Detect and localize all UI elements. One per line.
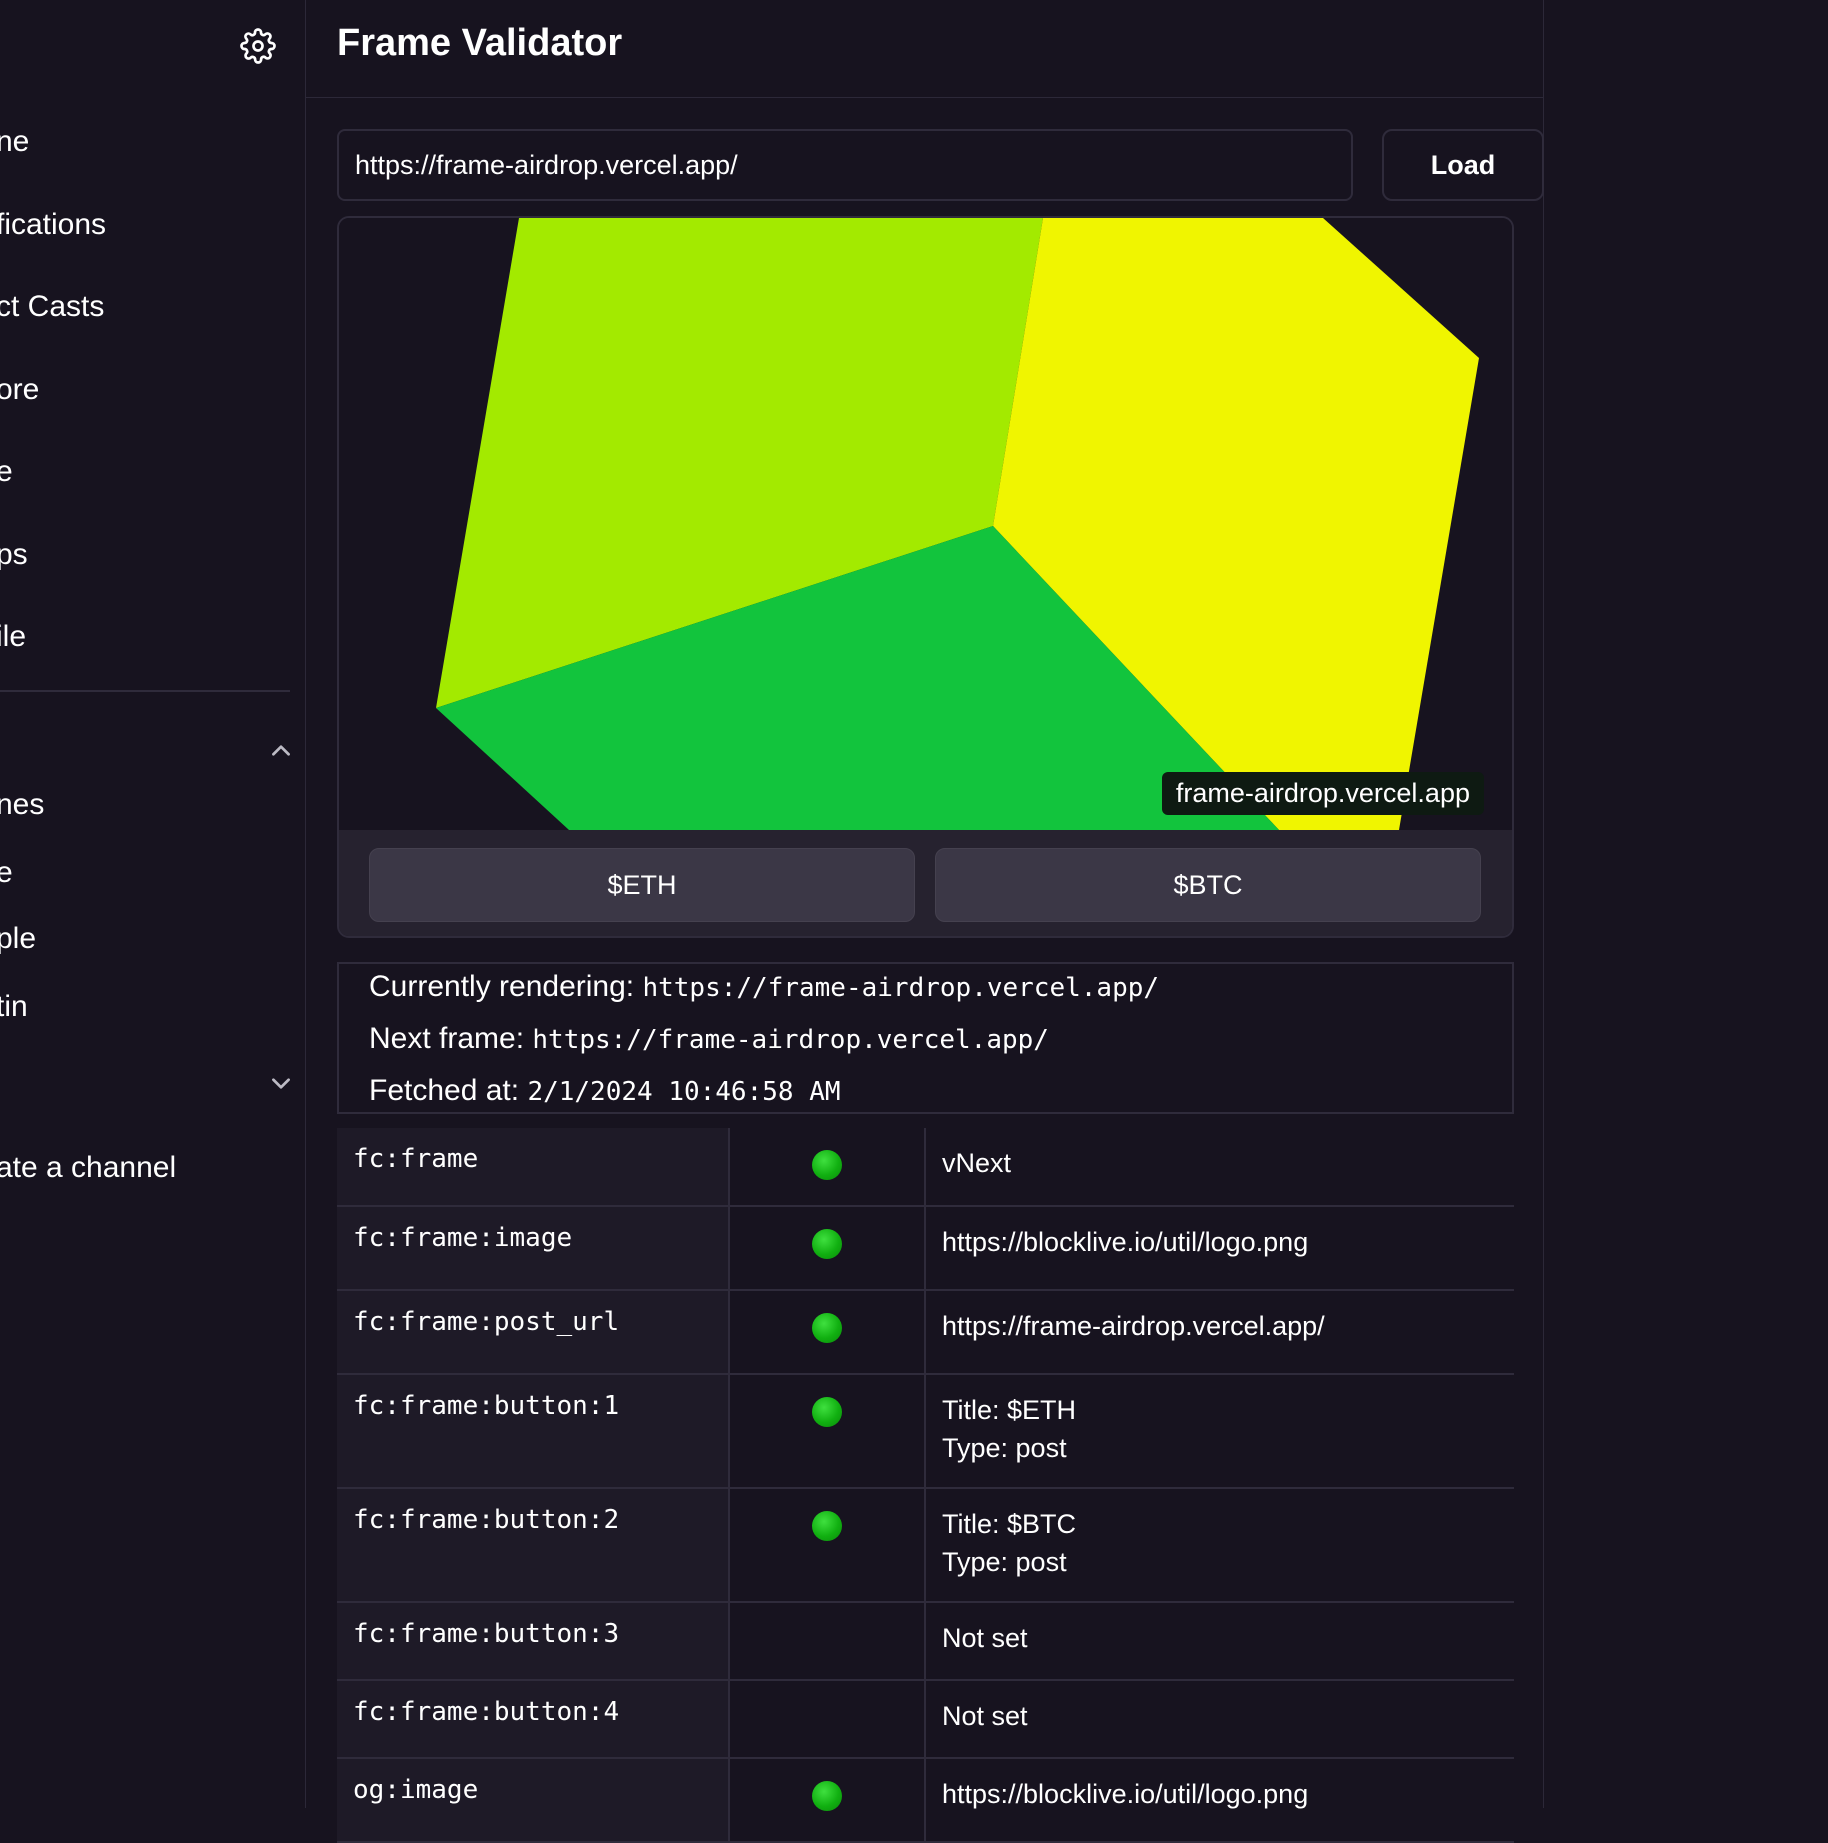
meta-value: https://frame-airdrop.vercel.app/: [925, 1290, 1514, 1375]
meta-status: [729, 1290, 926, 1375]
sidebar: ne fications ct Casts ore e ps ile nes e…: [0, 0, 306, 1808]
sidebar-item-label: e: [0, 452, 13, 492]
sidebar-item-label: ct Casts: [0, 290, 105, 323]
meta-key: fc:frame:button:1: [337, 1374, 730, 1489]
meta-status: [729, 1128, 926, 1207]
button-title: Title: $BTC: [942, 1509, 1077, 1539]
meta-tags-table: fc:frame vNext fc:frame:image https://bl…: [337, 1128, 1514, 1843]
button-title: Title: $ETH: [942, 1395, 1077, 1425]
table-row: fc:frame:button:4 Not set: [337, 1680, 1514, 1759]
frame-button-eth[interactable]: $ETH: [369, 848, 915, 922]
sidebar-item-label: ne: [0, 125, 30, 158]
sidebar-item-label: e: [0, 853, 13, 893]
status-ok-icon: [812, 1229, 842, 1259]
sidebar-item-label: tin: [0, 990, 28, 1023]
meta-key: fc:frame:button:4: [337, 1680, 730, 1759]
meta-key: fc:frame:post_url: [337, 1290, 730, 1375]
meta-key: fc:frame: [337, 1128, 730, 1207]
table-row: fc:frame:button:2 Title: $BTC Type: post: [337, 1488, 1514, 1603]
sidebar-item-label: ore: [0, 373, 40, 406]
frame-info-box: Currently rendering: https://frame-airdr…: [337, 962, 1514, 1114]
chevron-up-icon[interactable]: [268, 738, 294, 764]
page-title: Frame Validator: [337, 22, 623, 64]
frame-button-bar: $ETH $BTC: [339, 830, 1512, 936]
meta-key: fc:frame:image: [337, 1206, 730, 1291]
meta-status: [729, 1374, 926, 1489]
meta-value: Not set: [925, 1680, 1514, 1759]
fetched-at-value: 2/1/2024 10:46:58 AM: [527, 1077, 841, 1107]
table-row: fc:frame:post_url https://frame-airdrop.…: [337, 1290, 1514, 1375]
currently-rendering-value: https://frame-airdrop.vercel.app/: [642, 973, 1160, 1003]
meta-key: fc:frame:button:2: [337, 1488, 730, 1603]
meta-value: Title: $ETH Type: post: [925, 1374, 1514, 1489]
chevron-down-icon[interactable]: [268, 1070, 294, 1096]
currently-rendering-line: Currently rendering: https://frame-airdr…: [369, 970, 1159, 1004]
frame-url-input[interactable]: [337, 129, 1353, 201]
sidebar-item-label: fications: [0, 208, 107, 241]
status-ok-icon: [812, 1781, 842, 1811]
meta-value: Not set: [925, 1602, 1514, 1681]
table-row: fc:frame vNext: [337, 1128, 1514, 1207]
meta-key: og:image: [337, 1758, 730, 1843]
frame-image-graphic: [436, 218, 1479, 830]
status-ok-icon: [812, 1397, 842, 1427]
table-row: og:image https://blocklive.io/util/logo.…: [337, 1758, 1514, 1843]
next-frame-line: Next frame: https://frame-airdrop.vercel…: [369, 1022, 1049, 1056]
sidebar-item-label: ps: [0, 538, 28, 571]
sidebar-divider: [0, 690, 290, 692]
meta-key: fc:frame:button:3: [337, 1602, 730, 1681]
frame-domain-badge: frame-airdrop.vercel.app: [1161, 772, 1484, 815]
status-ok-icon: [812, 1511, 842, 1541]
main-panel: Frame Validator Load frame-airdrop.verce…: [306, 0, 1544, 1843]
meta-value: https://blocklive.io/util/logo.png: [925, 1206, 1514, 1291]
meta-status: [729, 1680, 926, 1759]
table-row: fc:frame:button:3 Not set: [337, 1602, 1514, 1681]
frame-image: frame-airdrop.vercel.app: [339, 218, 1512, 830]
meta-value: Title: $BTC Type: post: [925, 1488, 1514, 1603]
create-channel-label: ate a channel: [0, 1151, 177, 1184]
next-frame-label: Next frame:: [369, 1022, 525, 1055]
table-row: fc:frame:button:1 Title: $ETH Type: post: [337, 1374, 1514, 1489]
button-type: Type: post: [942, 1433, 1067, 1463]
status-ok-icon: [812, 1150, 842, 1180]
meta-value: https://blocklive.io/util/logo.png: [925, 1758, 1514, 1843]
frame-button-btc[interactable]: $BTC: [935, 848, 1481, 922]
meta-status: [729, 1758, 926, 1843]
currently-rendering-label: Currently rendering:: [369, 970, 635, 1003]
page-header: Frame Validator: [306, 0, 1543, 98]
meta-status: [729, 1206, 926, 1291]
sidebar-item-label: nes: [0, 788, 45, 821]
frame-preview: frame-airdrop.vercel.app $ETH $BTC: [337, 216, 1514, 938]
sidebar-item-label: ile: [0, 620, 27, 653]
button-type: Type: post: [942, 1547, 1067, 1577]
next-frame-value: https://frame-airdrop.vercel.app/: [532, 1025, 1049, 1055]
status-ok-icon: [812, 1313, 842, 1343]
meta-status: [729, 1488, 926, 1603]
table-row: fc:frame:image https://blocklive.io/util…: [337, 1206, 1514, 1291]
gear-icon[interactable]: [240, 28, 276, 64]
sidebar-item-label: ple: [0, 922, 37, 955]
meta-status: [729, 1602, 926, 1681]
fetched-at-line: Fetched at: 2/1/2024 10:46:58 AM: [369, 1074, 841, 1108]
fetched-at-label: Fetched at:: [369, 1074, 520, 1107]
load-button[interactable]: Load: [1382, 129, 1544, 201]
meta-value: vNext: [925, 1128, 1514, 1207]
